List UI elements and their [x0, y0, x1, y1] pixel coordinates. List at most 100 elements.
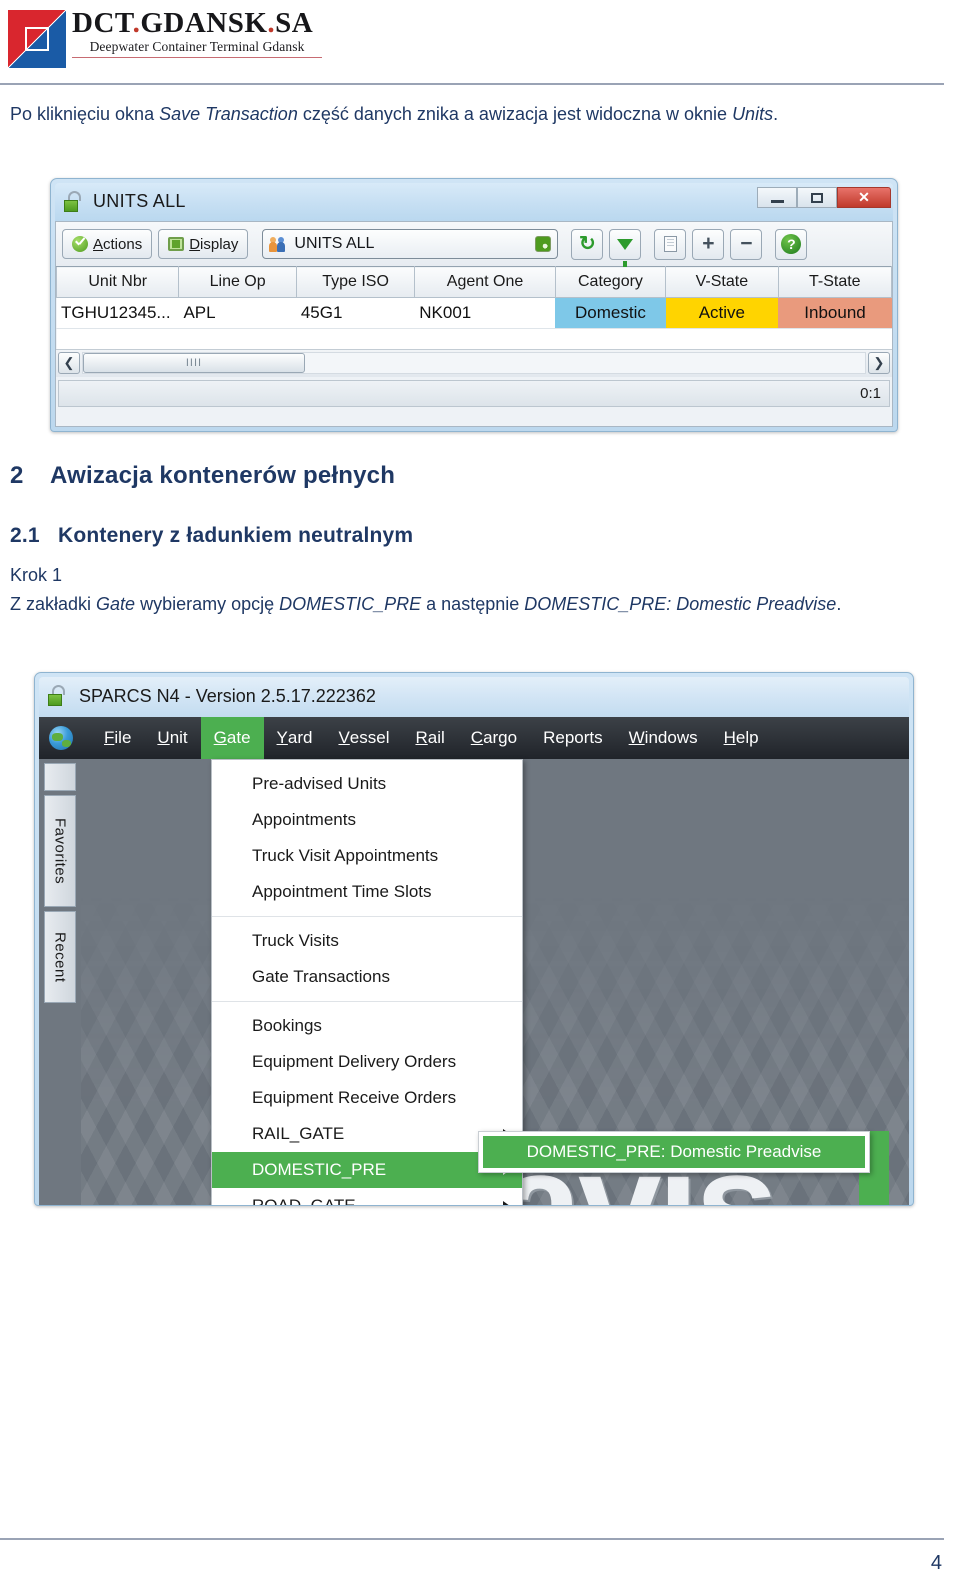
menu-item-windows[interactable]: Windows: [616, 717, 711, 759]
column-header-type-iso[interactable]: Type ISO: [295, 266, 416, 298]
sparcs-titlebar: SPARCS N4 - Version 2.5.17.222362: [39, 677, 909, 717]
brand-wordmark: DCT.GDANSK.SA Deepwater Container Termin…: [72, 7, 322, 59]
menu-option-truck-visit-appointments[interactable]: Truck Visit Appointments: [212, 838, 522, 874]
brand-tagline: Deepwater Container Terminal Gdansk: [89, 39, 305, 55]
people-group-icon: [269, 236, 287, 252]
menu-separator-2: [212, 1001, 522, 1002]
menu-option-appointments[interactable]: Appointments: [212, 802, 522, 838]
cell-agent-one: NK001: [414, 297, 556, 329]
menu-option-domestic-pre[interactable]: DOMESTIC_PRE: [212, 1152, 522, 1188]
dct-diagonal-square-logo: [8, 10, 66, 68]
column-header-v-state[interactable]: V-State: [665, 266, 779, 298]
display-mnemonic: D: [189, 235, 201, 253]
actions-mnemonic: A: [93, 235, 104, 253]
units-all-window: UNITS ALL ✕ Actions Display UNITS ALL ↻: [50, 178, 898, 432]
menu-separator-1: [212, 916, 522, 917]
sparcs-app-icon: [47, 685, 69, 707]
menu-option-equipment-delivery-orders[interactable]: Equipment Delivery Orders: [212, 1044, 522, 1080]
menu-help-label: elp: [735, 728, 759, 747]
step-text-c: a następnie: [421, 594, 525, 614]
gate-dropdown-menu: Pre-advised Units Appointments Truck Vis…: [211, 759, 523, 1205]
sidebar-tab-favorites[interactable]: Favorites: [44, 795, 76, 907]
menu-option-bookings[interactable]: Bookings: [212, 1008, 522, 1044]
brand-city: GDANSK: [140, 7, 268, 39]
step-label: Krok 1: [10, 565, 63, 585]
menu-reports-label: Reports: [543, 728, 603, 747]
section-heading-2: 2 Awizacja kontenerów pełnych: [10, 462, 395, 490]
menu-item-rail[interactable]: Rail: [402, 717, 457, 759]
column-header-category[interactable]: Category: [554, 266, 667, 298]
menu-option-road-gate[interactable]: ROAD_GATE: [212, 1188, 522, 1205]
scrollbar-track[interactable]: IIII: [82, 352, 866, 374]
scroll-right-button[interactable]: ❯: [868, 352, 890, 374]
cell-unit-nbr: TGHU12345...: [56, 297, 179, 329]
menu-option-road-gate-label: ROAD_GATE: [252, 1196, 356, 1205]
menu-unit-label: nit: [169, 728, 188, 747]
menu-option-pre-advised-units[interactable]: Pre-advised Units: [212, 766, 522, 802]
step-paragraph: Z zakładki Gate wybieramy opcję DOMESTIC…: [10, 590, 940, 619]
menu-option-equipment-receive-orders[interactable]: Equipment Receive Orders: [212, 1080, 522, 1116]
step-emphasis-gate: Gate: [96, 594, 136, 614]
menu-item-yard[interactable]: Yard: [264, 717, 326, 759]
menu-item-file[interactable]: File: [91, 717, 144, 759]
units-table: Unit Nbr Line Op Type ISO Agent One Cate…: [55, 266, 893, 349]
actions-button[interactable]: Actions: [62, 229, 153, 259]
horizontal-scrollbar[interactable]: ❮ IIII ❯: [56, 348, 892, 377]
logo-inner-square: [25, 27, 49, 51]
table-row[interactable]: TGHU12345... APL 45G1 NK001 Domestic Act…: [56, 297, 892, 329]
table-header-row: Unit Nbr Line Op Type ISO Agent One Cate…: [55, 266, 893, 298]
menu-option-domestic-pre-label: DOMESTIC_PRE: [252, 1160, 387, 1179]
window-controls: ✕: [757, 187, 891, 208]
units-window-titlebar: UNITS ALL ✕: [55, 183, 893, 221]
remove-row-button[interactable]: −: [730, 228, 763, 260]
menu-item-unit[interactable]: Unit: [144, 717, 200, 759]
menu-yard-label: ard: [287, 728, 313, 747]
submenu-arrow-icon: [503, 1201, 510, 1205]
step-text-a: Z zakładki: [10, 594, 97, 614]
menu-option-appointment-time-slots[interactable]: Appointment Time Slots: [212, 874, 522, 910]
column-header-line-op[interactable]: Line Op: [178, 266, 297, 298]
column-header-t-state[interactable]: T-State: [777, 266, 893, 298]
refresh-button[interactable]: ↻: [571, 228, 604, 260]
add-row-button[interactable]: +: [692, 228, 725, 260]
menu-item-help[interactable]: Help: [711, 717, 772, 759]
menu-rail-label: ail: [427, 728, 445, 747]
menu-item-gate[interactable]: Gate: [200, 717, 264, 759]
scrollbar-thumb[interactable]: IIII: [83, 353, 305, 373]
menu-gate-mnemonic: G: [213, 728, 227, 747]
intro-text-c: .: [773, 104, 779, 124]
menu-rail-mnemonic: R: [415, 728, 428, 747]
view-select-combo[interactable]: UNITS ALL: [262, 229, 559, 259]
help-button[interactable]: ?: [775, 228, 808, 260]
submenu-option-domestic-preadvise[interactable]: DOMESTIC_PRE: Domestic Preadvise: [483, 1136, 865, 1168]
sparcs-n4-window: SPARCS N4 - Version 2.5.17.222362 File U…: [34, 672, 914, 1206]
actions-label: ctions: [103, 235, 143, 253]
menu-item-reports[interactable]: Reports: [530, 717, 616, 759]
menu-item-vessel[interactable]: Vessel: [325, 717, 402, 759]
view-select-value: UNITS ALL: [294, 235, 375, 252]
brand-dot-2: .: [267, 7, 276, 39]
filter-button[interactable]: [609, 228, 642, 267]
brand-underline: [72, 57, 322, 59]
display-button[interactable]: Display: [158, 229, 249, 259]
step-text-d: .: [836, 594, 842, 614]
column-header-unit-nbr[interactable]: Unit Nbr: [55, 266, 180, 298]
help-question-icon: ?: [781, 234, 802, 254]
new-document-button[interactable]: [654, 228, 687, 260]
sidebar-tab-recent[interactable]: Recent: [44, 911, 76, 1003]
table-empty-cell: [56, 328, 892, 349]
menu-item-cargo[interactable]: Cargo: [458, 717, 530, 759]
sidebar-blank-tab: [44, 763, 76, 791]
minimize-button[interactable]: [757, 187, 797, 208]
maximize-button[interactable]: [797, 187, 837, 208]
menu-option-rail-gate[interactable]: RAIL_GATE: [212, 1116, 522, 1152]
units-toolbar: Actions Display UNITS ALL ↻ + − ?: [56, 222, 892, 267]
menu-option-gate-transactions[interactable]: Gate Transactions: [212, 959, 522, 995]
scroll-left-button[interactable]: ❮: [58, 352, 80, 374]
display-screen-icon: [168, 237, 185, 251]
menu-option-truck-visits[interactable]: Truck Visits: [212, 923, 522, 959]
record-count-label: 0:1: [860, 384, 881, 402]
close-button[interactable]: ✕: [837, 187, 891, 208]
units-window-client-area: Actions Display UNITS ALL ↻ + − ? Unit N…: [55, 221, 893, 427]
column-header-agent-one[interactable]: Agent One: [414, 266, 556, 298]
